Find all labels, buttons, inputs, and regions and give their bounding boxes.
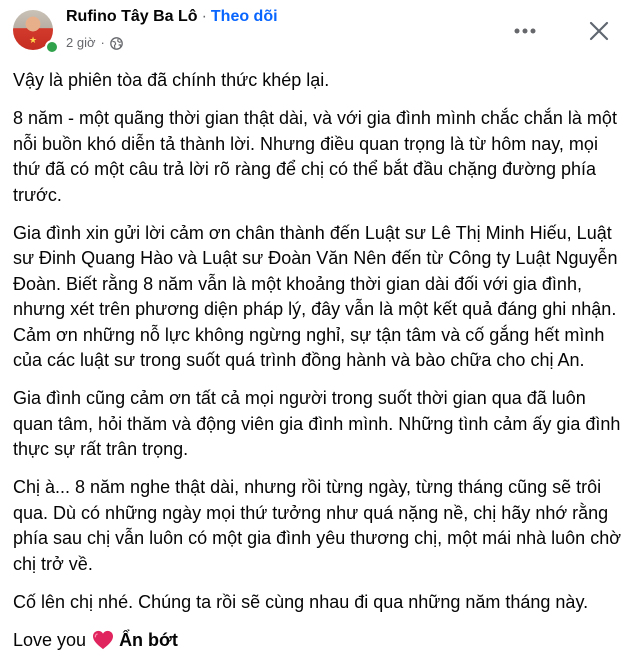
online-status-icon <box>45 40 59 54</box>
close-icon[interactable] <box>582 14 616 48</box>
post-paragraph: Vậy là phiên tòa đã chính thức khép lại. <box>13 70 330 90</box>
post-header: Rufino Tây Ba Lô · Theo dõi <box>66 7 278 27</box>
header-separator: · <box>201 8 207 25</box>
closing-text: Love you <box>13 629 87 650</box>
post-meta: 2 giờ · <box>66 34 123 52</box>
facebook-post: ★ Rufino Tây Ba Lô·Theo dõi 2 giờ · Vậ <box>0 0 640 670</box>
post-paragraph: Cố lên chị nhé. Chúng ta rồi sẽ cùng nha… <box>13 591 589 612</box>
show-less-button[interactable]: Ẩn bớt <box>119 628 178 654</box>
more-options-icon[interactable] <box>510 16 540 46</box>
meta-separator: · <box>100 35 105 50</box>
post-paragraph: 8 năm - một quãng thời gian thật dài, và… <box>13 108 617 205</box>
post-paragraph: Chị à... 8 năm nghe thật dài, nhưng rồi … <box>13 477 622 574</box>
post-paragraph: Gia đình cũng cảm ơn tất cả mọi người tr… <box>13 388 621 459</box>
author-name[interactable]: Rufino Tây Ba Lô <box>66 8 198 25</box>
globe-icon[interactable] <box>110 36 123 50</box>
post-body: Vậy là phiên tòa đã chính thức khép lại.… <box>13 68 627 653</box>
flag-star-icon: ★ <box>29 35 38 45</box>
post-closing: Love you Ẩn bớt <box>13 628 627 654</box>
red-heart-icon <box>92 630 114 650</box>
post-paragraph: Gia đình xin gửi lời cảm ơn chân thành đ… <box>13 222 618 371</box>
follow-button[interactable]: Theo dõi <box>211 8 278 25</box>
post-timestamp[interactable]: 2 giờ <box>66 34 96 52</box>
